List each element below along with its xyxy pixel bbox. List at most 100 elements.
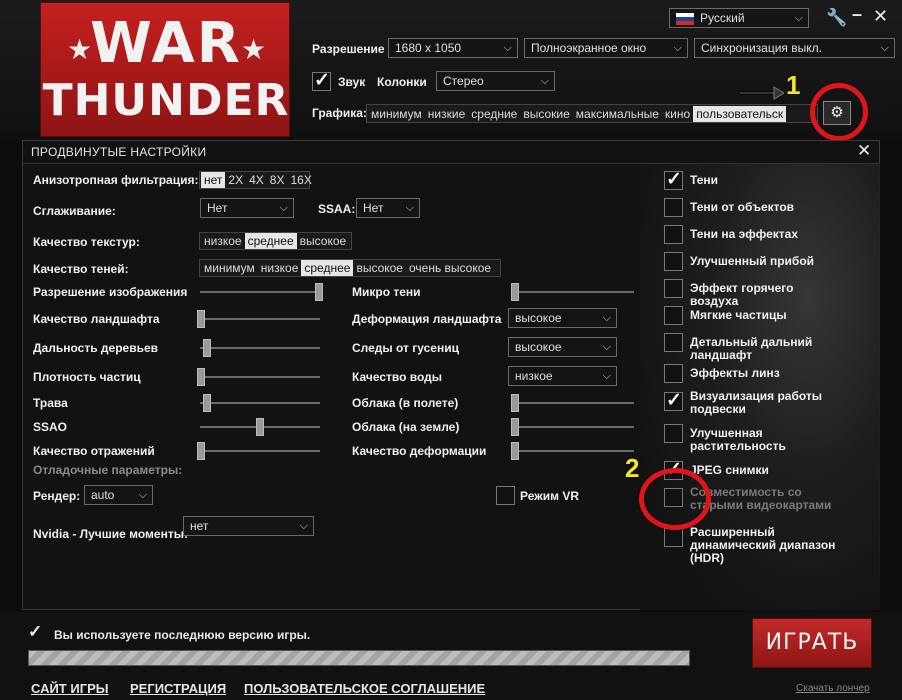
render-label: Рендер: (33, 489, 81, 503)
graphics-preset-selector[interactable]: минимум низкие средние высокие максимальные к… (366, 104, 818, 123)
graphics-preset-option[interactable]: пользовательск (693, 105, 787, 122)
aniso-option[interactable]: 16X (287, 172, 314, 188)
graphics-preset-option[interactable]: средние (468, 106, 520, 122)
graphics-preset-option[interactable]: максимальные (573, 106, 662, 122)
game-site-link[interactable]: САЙТ ИГРЫ (31, 681, 108, 696)
water-quality-select[interactable]: низкое ⌵ (508, 366, 617, 386)
texture-quality-option[interactable]: высокое (297, 233, 350, 249)
texture-quality-option[interactable]: среднее (244, 233, 297, 249)
speakers-select[interactable]: Стерео ⌵ (436, 71, 555, 91)
aniso-option[interactable]: 4X (246, 172, 267, 188)
texture-quality-option[interactable]: низкое (201, 233, 245, 249)
close-window-icon[interactable]: ✕ (873, 6, 888, 27)
war-thunder-logo: WAR ★ ★ THUNDER (40, 2, 290, 137)
terrain-deformation-label: Деформация ландшафта (352, 312, 502, 326)
clouds-flight-slider-knob[interactable] (511, 394, 519, 412)
sound-checkbox[interactable] (312, 69, 331, 92)
slider-knob[interactable] (202, 339, 211, 357)
terrain-deformation-value: высокое (515, 311, 562, 325)
slider-knob[interactable] (315, 283, 323, 301)
shadow-quality-option[interactable]: среднее (301, 260, 354, 276)
registration-link[interactable]: РЕГИСТРАЦИЯ (130, 681, 226, 696)
micro-shadows-slider-knob[interactable] (511, 283, 519, 301)
window-mode-select[interactable]: Полноэкранное окно ⌵ (524, 38, 688, 58)
graphics-preset-option[interactable]: минимум (368, 106, 425, 122)
chevron-down-icon: ⌵ (673, 42, 682, 54)
update-progress-bar (28, 650, 690, 666)
chevron-down-icon: ⌵ (602, 370, 611, 382)
slider-track[interactable] (200, 402, 320, 404)
graphics-preset-option[interactable]: низкие (425, 106, 468, 122)
setting-checkbox[interactable] (664, 279, 683, 298)
micro-shadows-slider-track[interactable] (514, 291, 634, 293)
status-text: Вы используете последнюю версию игры. (54, 628, 311, 642)
setting-checkbox[interactable] (664, 389, 683, 412)
shadow-quality-option[interactable]: высокое (353, 260, 406, 276)
minimize-icon[interactable]: – (852, 4, 862, 25)
setting-checkbox[interactable] (664, 252, 683, 271)
slider-track[interactable] (200, 376, 320, 378)
nvidia-highlights-select[interactable]: нет ⌵ (183, 516, 314, 536)
user-agreement-link[interactable]: ПОЛЬЗОВАТЕЛЬСКОЕ СОГЛАШЕНИЕ (244, 681, 485, 696)
shadow-quality-option[interactable]: минимум (201, 260, 258, 276)
play-button[interactable]: ИГРАТЬ (752, 618, 872, 668)
aa-label: Сглаживание: (33, 204, 116, 218)
aniso-option[interactable]: 8X (267, 172, 288, 188)
aniso-option[interactable]: 2X (225, 172, 246, 188)
language-select[interactable]: Русский ⌵ (669, 8, 809, 28)
chevron-down-icon: ⌵ (880, 42, 889, 54)
download-launcher-link[interactable]: Скачать лончер (796, 683, 870, 694)
setting-checkbox[interactable] (664, 424, 683, 443)
slider-knob[interactable] (197, 442, 205, 460)
graphics-preset-option[interactable]: кино (662, 106, 693, 122)
panel-title: ПРОДВИНУТЫЕ НАСТРОЙКИ (31, 145, 207, 159)
slider-label: Плотность частиц (33, 370, 141, 384)
setting-checkbox[interactable] (664, 528, 683, 547)
track-marks-value: высокое (515, 340, 562, 354)
chevron-down-icon: ⌵ (794, 12, 803, 24)
shadow-quality-option[interactable]: очень высокое (406, 260, 494, 276)
slider-knob[interactable] (256, 418, 264, 436)
slider-track[interactable] (200, 450, 320, 452)
setting-checkbox-label: JPEG снимки (690, 463, 769, 477)
slider-knob[interactable] (197, 310, 205, 328)
annotation-circle-2 (639, 468, 711, 530)
slider-track[interactable] (200, 318, 320, 320)
clouds-flight-slider-track[interactable] (514, 402, 634, 404)
vsync-select[interactable]: Синхронизация выкл. ⌵ (694, 38, 895, 58)
setting-checkbox[interactable] (664, 198, 683, 217)
resolution-select[interactable]: 1680 x 1050 ⌵ (388, 38, 518, 58)
slider-track[interactable] (200, 291, 320, 293)
graphics-preset-option[interactable]: высокие (520, 106, 572, 122)
slider-knob[interactable] (202, 394, 211, 412)
resolution-label: Разрешение (312, 42, 385, 56)
chevron-down-icon: ⌵ (279, 202, 288, 214)
setting-checkbox[interactable] (664, 364, 683, 383)
shadow-quality-selector[interactable]: минимум низкое среднее высокое очень высокое (199, 259, 501, 277)
status-check-icon: ✓ (28, 622, 43, 641)
clouds-ground-slider-knob[interactable] (511, 418, 519, 436)
setting-checkbox-label: Улучшенный прибой (690, 254, 815, 268)
panel-title-divider (22, 163, 880, 164)
setting-checkbox[interactable] (664, 168, 683, 191)
texture-quality-selector[interactable]: низкое среднее высокое (199, 232, 352, 250)
panel-close-icon[interactable]: ✕ (857, 141, 871, 161)
slider-knob[interactable] (197, 368, 205, 386)
clouds-ground-slider-track[interactable] (514, 426, 634, 428)
terrain-deformation-select[interactable]: высокое ⌵ (508, 308, 617, 328)
track-marks-select[interactable]: высокое ⌵ (508, 337, 617, 357)
deformation-quality-slider-knob[interactable] (511, 442, 519, 460)
ssaa-select[interactable]: Нет ⌵ (356, 198, 420, 218)
shadow-quality-option[interactable]: низкое (258, 260, 302, 276)
setting-checkbox[interactable] (664, 333, 683, 352)
settings-wrench-icon[interactable]: 🔧 (826, 8, 847, 28)
aniso-option[interactable]: нет (201, 172, 226, 188)
render-select[interactable]: auto ⌵ (84, 485, 153, 505)
deformation-quality-slider-track[interactable] (514, 450, 634, 452)
aniso-selector[interactable]: нет 2X 4X 8X 16X (199, 171, 312, 189)
vr-mode-checkbox[interactable] (496, 486, 515, 505)
aa-select[interactable]: Нет ⌵ (200, 198, 294, 218)
setting-checkbox[interactable] (664, 225, 683, 244)
slider-track[interactable] (200, 347, 320, 349)
setting-checkbox[interactable] (664, 306, 683, 325)
